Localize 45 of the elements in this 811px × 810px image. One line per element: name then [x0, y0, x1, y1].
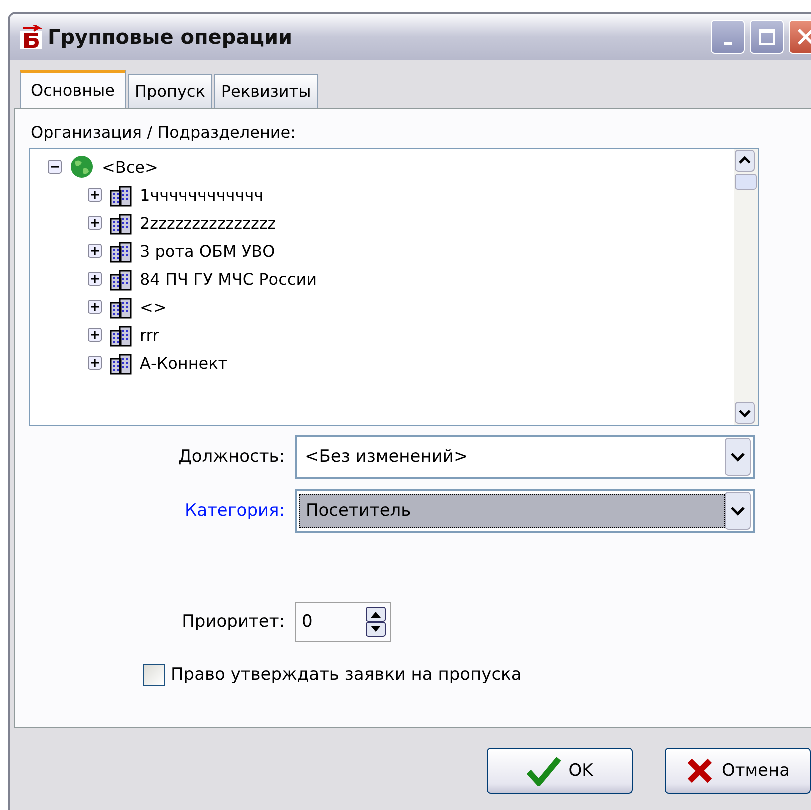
field-label: Приоритет:	[181, 612, 286, 632]
tree-item[interactable]: 84 ПЧ ГУ МЧС России	[140, 270, 317, 288]
tree-item[interactable]: 2zzzzzzzzzzzzzzz	[140, 214, 276, 232]
checkmark-icon	[526, 756, 561, 786]
tab[interactable]: Пропуск	[128, 74, 212, 108]
dropdown-field[interactable]: Посетитель	[295, 489, 755, 533]
field-label: Должность:	[178, 447, 286, 467]
spin-arrows-icon[interactable]	[366, 607, 386, 637]
field-label: Категория:	[184, 501, 286, 521]
expander-icon[interactable]	[88, 300, 102, 314]
cross-icon	[686, 757, 714, 785]
scroll-thumb[interactable]	[735, 174, 757, 190]
tree-item[interactable]: А-Коннект	[140, 354, 228, 372]
expander-icon[interactable]	[88, 356, 102, 370]
checkbox-label: Право утверждать заявки на пропуска	[171, 665, 522, 685]
close-icon	[796, 27, 811, 47]
tree-item[interactable]: <Все>	[102, 158, 158, 176]
window-title: Групповые операции	[48, 25, 294, 49]
dropdown-field[interactable]: <Без изменений>	[295, 435, 755, 479]
tab[interactable]: Реквизиты	[214, 74, 318, 108]
tree-item[interactable]: 3 рота ОБМ УВО	[140, 242, 276, 260]
spin-field[interactable]: 0	[295, 602, 391, 642]
tree-item[interactable]: rrr	[140, 326, 160, 344]
scrollbar[interactable]	[734, 149, 758, 425]
expander-icon[interactable]	[88, 244, 102, 258]
app-logo-icon	[20, 25, 42, 49]
expander-icon[interactable]	[88, 188, 102, 202]
scroll-down-button[interactable]	[735, 402, 755, 424]
tree-item[interactable]: 1чччччччччччч	[140, 186, 264, 204]
expander-icon[interactable]	[88, 216, 102, 230]
tab[interactable]: Основные	[20, 70, 126, 108]
cancel-button[interactable]: Отмена	[665, 748, 811, 794]
checkbox[interactable]	[143, 664, 165, 686]
minimize-icon	[724, 42, 732, 44]
globe-icon	[70, 155, 94, 179]
tree-item[interactable]: <>	[140, 298, 167, 316]
scroll-up-button[interactable]	[735, 150, 755, 172]
expander-icon[interactable]	[88, 328, 102, 342]
expander-icon[interactable]	[88, 272, 102, 286]
organization-label: Организация / Подразделение:	[31, 123, 298, 142]
ok-button[interactable]: OK	[487, 748, 633, 794]
maximize-icon	[758, 28, 776, 46]
minimize-button[interactable]	[711, 20, 745, 54]
expander-icon[interactable]	[48, 160, 62, 174]
maximize-button[interactable]	[750, 20, 784, 54]
